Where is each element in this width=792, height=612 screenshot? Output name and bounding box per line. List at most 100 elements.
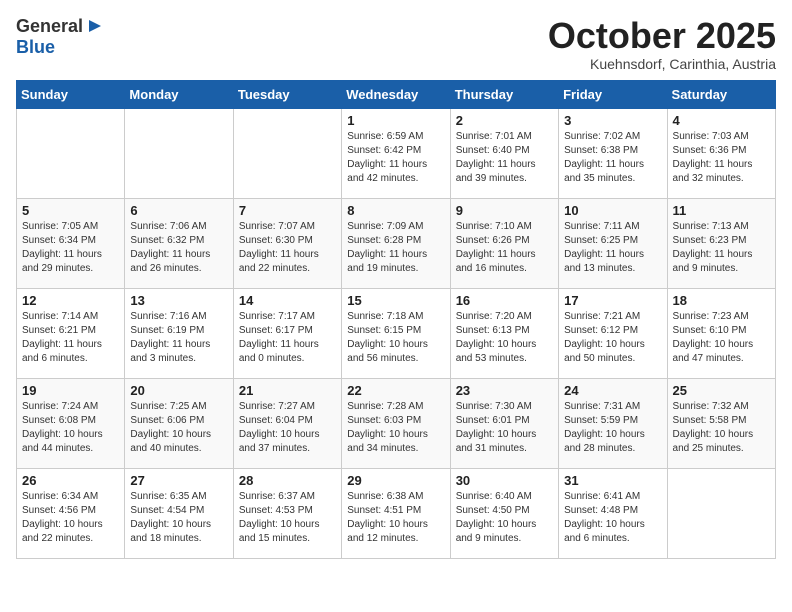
calendar-cell: 26 Sunrise: 6:34 AM Sunset: 4:56 PM Dayli…	[17, 468, 125, 558]
day-info: Sunrise: 7:27 AM Sunset: 6:04 PM Dayligh…	[239, 400, 336, 456]
logo-general: General	[16, 16, 83, 36]
day-info: Sunrise: 7:28 AM Sunset: 6:03 PM Dayligh…	[347, 400, 444, 456]
day-number: 7	[239, 203, 336, 218]
page-header: General Blue October 2025 Kuehnsdorf, Ca…	[16, 16, 776, 72]
day-number: 20	[130, 383, 227, 398]
calendar-cell	[667, 468, 775, 558]
day-info: Sunrise: 7:23 AM Sunset: 6:10 PM Dayligh…	[673, 310, 770, 366]
day-info: Sunrise: 7:07 AM Sunset: 6:30 PM Dayligh…	[239, 220, 336, 276]
day-number: 31	[564, 473, 661, 488]
day-number: 27	[130, 473, 227, 488]
day-number: 30	[456, 473, 553, 488]
calendar-cell: 9 Sunrise: 7:10 AM Sunset: 6:26 PM Daylig…	[450, 198, 558, 288]
day-info: Sunrise: 7:02 AM Sunset: 6:38 PM Dayligh…	[564, 130, 661, 186]
calendar-cell: 2 Sunrise: 7:01 AM Sunset: 6:40 PM Daylig…	[450, 108, 558, 198]
day-number: 21	[239, 383, 336, 398]
day-number: 22	[347, 383, 444, 398]
day-info: Sunrise: 7:25 AM Sunset: 6:06 PM Dayligh…	[130, 400, 227, 456]
calendar-cell: 16Sunrise: 7:20 AM Sunset: 6:13 PM Dayli…	[450, 288, 558, 378]
calendar-cell: 20 Sunrise: 7:25 AM Sunset: 6:06 PM Dayli…	[125, 378, 233, 468]
day-number: 18	[673, 293, 770, 308]
day-info: Sunrise: 7:13 AM Sunset: 6:23 PM Dayligh…	[673, 220, 770, 276]
day-info: Sunrise: 7:10 AM Sunset: 6:26 PM Dayligh…	[456, 220, 553, 276]
calendar-cell: 8 Sunrise: 7:09 AM Sunset: 6:28 PM Daylig…	[342, 198, 450, 288]
calendar-cell: 27 Sunrise: 6:35 AM Sunset: 4:54 PM Dayli…	[125, 468, 233, 558]
logo-blue: Blue	[16, 37, 55, 57]
calendar-week-row: 5 Sunrise: 7:05 AM Sunset: 6:34 PM Daylig…	[17, 198, 776, 288]
day-number: 24	[564, 383, 661, 398]
calendar-cell: 7 Sunrise: 7:07 AM Sunset: 6:30 PM Daylig…	[233, 198, 341, 288]
header-day-thursday: Thursday	[450, 80, 558, 108]
header-day-tuesday: Tuesday	[233, 80, 341, 108]
day-info: Sunrise: 7:09 AM Sunset: 6:28 PM Dayligh…	[347, 220, 444, 276]
header-day-monday: Monday	[125, 80, 233, 108]
calendar-cell: 6 Sunrise: 7:06 AM Sunset: 6:32 PM Daylig…	[125, 198, 233, 288]
calendar-cell: 10Sunrise: 7:11 AM Sunset: 6:25 PM Dayli…	[559, 198, 667, 288]
calendar-cell: 29Sunrise: 6:38 AM Sunset: 4:51 PM Dayli…	[342, 468, 450, 558]
calendar-week-row: 26 Sunrise: 6:34 AM Sunset: 4:56 PM Dayli…	[17, 468, 776, 558]
day-info: Sunrise: 7:16 AM Sunset: 6:19 PM Dayligh…	[130, 310, 227, 366]
day-number: 25	[673, 383, 770, 398]
calendar-header-row: SundayMondayTuesdayWednesdayThursdayFrid…	[17, 80, 776, 108]
day-info: Sunrise: 6:35 AM Sunset: 4:54 PM Dayligh…	[130, 490, 227, 546]
day-number: 23	[456, 383, 553, 398]
day-number: 3	[564, 113, 661, 128]
day-number: 26	[22, 473, 119, 488]
location-subtitle: Kuehnsdorf, Carinthia, Austria	[548, 56, 776, 72]
day-info: Sunrise: 6:34 AM Sunset: 4:56 PM Dayligh…	[22, 490, 119, 546]
day-number: 5	[22, 203, 119, 218]
day-info: Sunrise: 7:30 AM Sunset: 6:01 PM Dayligh…	[456, 400, 553, 456]
calendar-cell	[125, 108, 233, 198]
day-info: Sunrise: 7:05 AM Sunset: 6:34 PM Dayligh…	[22, 220, 119, 276]
calendar-cell: 18 Sunrise: 7:23 AM Sunset: 6:10 PM Dayli…	[667, 288, 775, 378]
day-info: Sunrise: 6:38 AM Sunset: 4:51 PM Dayligh…	[347, 490, 444, 546]
day-info: Sunrise: 6:40 AM Sunset: 4:50 PM Dayligh…	[456, 490, 553, 546]
calendar-cell: 24Sunrise: 7:31 AM Sunset: 5:59 PM Dayli…	[559, 378, 667, 468]
day-number: 19	[22, 383, 119, 398]
day-number: 16	[456, 293, 553, 308]
header-day-saturday: Saturday	[667, 80, 775, 108]
day-info: Sunrise: 7:14 AM Sunset: 6:21 PM Dayligh…	[22, 310, 119, 366]
day-info: Sunrise: 7:32 AM Sunset: 5:58 PM Dayligh…	[673, 400, 770, 456]
calendar-cell: 22 Sunrise: 7:28 AM Sunset: 6:03 PM Dayli…	[342, 378, 450, 468]
calendar-week-row: 12 Sunrise: 7:14 AM Sunset: 6:21 PM Dayli…	[17, 288, 776, 378]
calendar-table: SundayMondayTuesdayWednesdayThursdayFrid…	[16, 80, 776, 559]
calendar-cell: 31Sunrise: 6:41 AM Sunset: 4:48 PM Dayli…	[559, 468, 667, 558]
title-block: October 2025 Kuehnsdorf, Carinthia, Aust…	[548, 16, 776, 72]
logo: General Blue	[16, 16, 105, 58]
calendar-cell: 19 Sunrise: 7:24 AM Sunset: 6:08 PM Dayli…	[17, 378, 125, 468]
calendar-cell: 14Sunrise: 7:17 AM Sunset: 6:17 PM Dayli…	[233, 288, 341, 378]
calendar-cell: 17 Sunrise: 7:21 AM Sunset: 6:12 PM Dayli…	[559, 288, 667, 378]
day-number: 9	[456, 203, 553, 218]
day-info: Sunrise: 7:24 AM Sunset: 6:08 PM Dayligh…	[22, 400, 119, 456]
day-number: 17	[564, 293, 661, 308]
day-number: 4	[673, 113, 770, 128]
day-info: Sunrise: 7:01 AM Sunset: 6:40 PM Dayligh…	[456, 130, 553, 186]
day-number: 2	[456, 113, 553, 128]
calendar-cell: 13Sunrise: 7:16 AM Sunset: 6:19 PM Dayli…	[125, 288, 233, 378]
calendar-cell	[17, 108, 125, 198]
header-day-wednesday: Wednesday	[342, 80, 450, 108]
day-info: Sunrise: 7:21 AM Sunset: 6:12 PM Dayligh…	[564, 310, 661, 366]
calendar-cell	[233, 108, 341, 198]
calendar-cell: 25 Sunrise: 7:32 AM Sunset: 5:58 PM Dayli…	[667, 378, 775, 468]
calendar-cell: 11Sunrise: 7:13 AM Sunset: 6:23 PM Dayli…	[667, 198, 775, 288]
day-info: Sunrise: 6:37 AM Sunset: 4:53 PM Dayligh…	[239, 490, 336, 546]
day-info: Sunrise: 7:18 AM Sunset: 6:15 PM Dayligh…	[347, 310, 444, 366]
month-title: October 2025	[548, 16, 776, 56]
calendar-cell: 12 Sunrise: 7:14 AM Sunset: 6:21 PM Dayli…	[17, 288, 125, 378]
day-number: 28	[239, 473, 336, 488]
day-info: Sunrise: 7:17 AM Sunset: 6:17 PM Dayligh…	[239, 310, 336, 366]
calendar-cell: 28 Sunrise: 6:37 AM Sunset: 4:53 PM Dayli…	[233, 468, 341, 558]
calendar-cell: 1Sunrise: 6:59 AM Sunset: 6:42 PM Daylig…	[342, 108, 450, 198]
day-number: 10	[564, 203, 661, 218]
calendar-cell: 30 Sunrise: 6:40 AM Sunset: 4:50 PM Dayli…	[450, 468, 558, 558]
day-number: 8	[347, 203, 444, 218]
day-info: Sunrise: 7:03 AM Sunset: 6:36 PM Dayligh…	[673, 130, 770, 186]
day-number: 6	[130, 203, 227, 218]
day-info: Sunrise: 6:59 AM Sunset: 6:42 PM Dayligh…	[347, 130, 444, 186]
day-info: Sunrise: 7:06 AM Sunset: 6:32 PM Dayligh…	[130, 220, 227, 276]
day-number: 12	[22, 293, 119, 308]
calendar-week-row: 1Sunrise: 6:59 AM Sunset: 6:42 PM Daylig…	[17, 108, 776, 198]
header-day-sunday: Sunday	[17, 80, 125, 108]
